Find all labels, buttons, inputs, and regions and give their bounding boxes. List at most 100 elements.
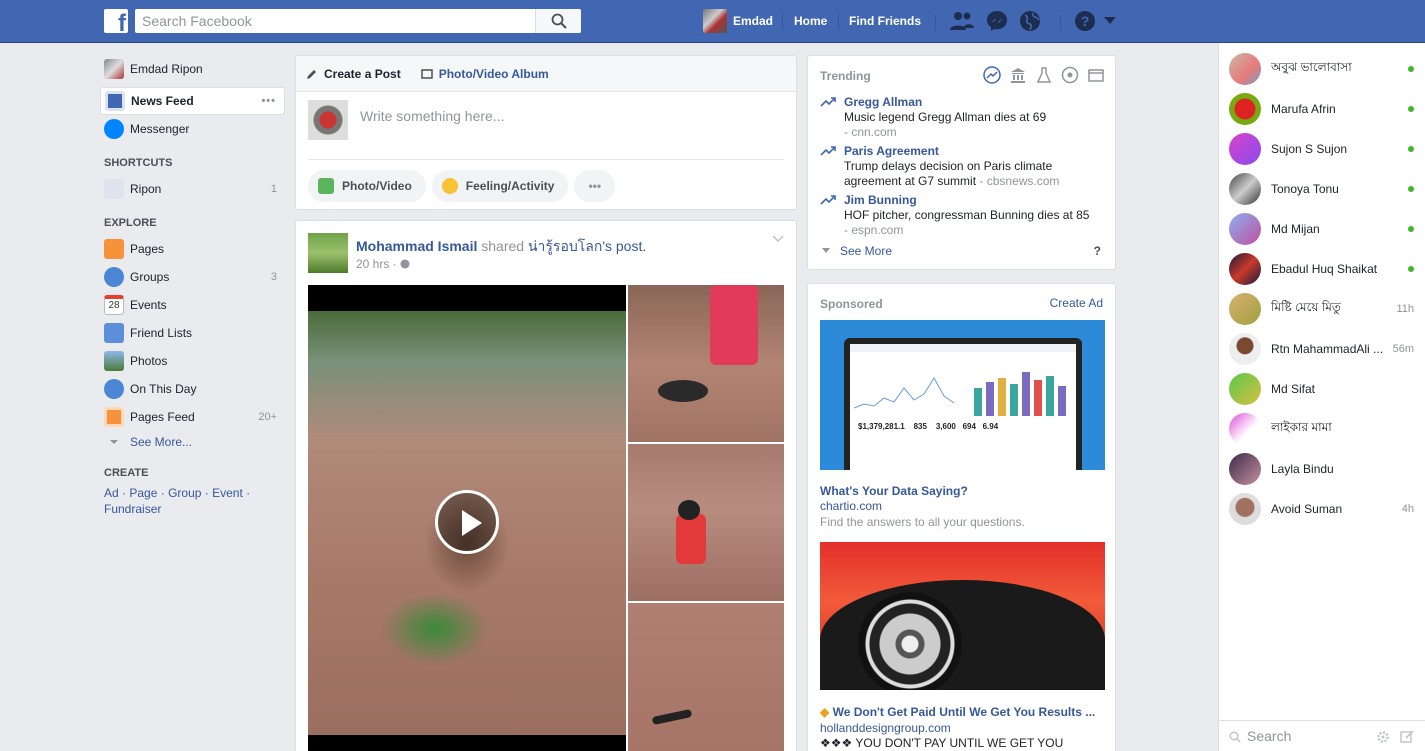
messenger-icon[interactable]	[986, 10, 1008, 32]
sidebar-item-pages[interactable]: Pages	[100, 235, 285, 263]
post-photo[interactable]	[628, 285, 784, 442]
chat-contact[interactable]: Ebadul Huq Shaikat	[1219, 249, 1425, 289]
trending-top-icon[interactable]	[983, 66, 1001, 84]
sidebar-item-ripon[interactable]: Ripon 1	[100, 175, 285, 203]
trending-see-more-link[interactable]: See More	[820, 244, 892, 258]
chat-contact[interactable]: মিষ্টি মেয়ে মিতু 11h	[1219, 289, 1425, 329]
friend-requests-icon[interactable]	[950, 10, 974, 32]
facebook-logo[interactable]: f	[104, 9, 128, 36]
avatar	[1229, 293, 1261, 325]
play-icon[interactable]	[435, 490, 499, 554]
tab-create-post[interactable]: Create a Post	[306, 67, 401, 81]
avatar	[1229, 53, 1261, 85]
chat-contact[interactable]: অবুঝ ভালোবাসা	[1219, 49, 1425, 89]
page-link[interactable]: น่ารู้รอบโลก	[528, 238, 602, 254]
dashboard-stat: 6.94	[982, 422, 999, 431]
ad-title[interactable]: ◆ We Don't Get Paid Until We Get You Res…	[820, 705, 1105, 719]
trending-item[interactable]: Paris Agreement Trump delays decision on…	[820, 144, 1105, 190]
more-options-button[interactable]: •••	[574, 170, 616, 202]
chat-search-input[interactable]	[1247, 728, 1367, 744]
profile-link[interactable]: Emdad	[733, 14, 773, 28]
post-timestamp[interactable]: 20 hrs ·	[356, 257, 410, 271]
ad-title[interactable]: What's Your Data Saying?	[820, 484, 968, 498]
composer-body	[308, 92, 784, 160]
chat-contact[interactable]: লাইকার মামা	[1219, 409, 1425, 449]
help-icon[interactable]: ?	[1094, 244, 1101, 258]
sidebar-item-news-feed[interactable]: News Feed •••	[100, 87, 285, 115]
search-icon	[551, 13, 567, 29]
create-event-link[interactable]: Event	[212, 486, 243, 500]
profile-avatar[interactable]	[703, 9, 727, 33]
tab-photo-album[interactable]: Photo/Video Album	[420, 67, 549, 81]
create-ad-link[interactable]: Create Ad	[1050, 296, 1103, 310]
help-icon[interactable]: ?	[1074, 10, 1096, 32]
avatar	[1229, 93, 1261, 125]
search-input[interactable]	[135, 9, 535, 33]
ad-description: ❖❖❖ YOU DON'T PAY UNTIL WE GET YOU	[820, 736, 1064, 750]
create-ad-link[interactable]: Ad	[104, 486, 119, 500]
post-photo[interactable]	[628, 444, 784, 601]
chat-contact[interactable]: Layla Bindu	[1219, 449, 1425, 489]
sidebar-item-messenger[interactable]: Messenger	[100, 115, 285, 143]
post-photo[interactable]	[628, 603, 784, 751]
find-friends-link[interactable]: Find Friends	[849, 14, 921, 28]
video-player[interactable]	[308, 285, 626, 751]
chat-contact[interactable]: Md Mijan	[1219, 209, 1425, 249]
politics-icon[interactable]	[1009, 66, 1027, 84]
avatar[interactable]	[308, 233, 348, 273]
photos-icon	[104, 351, 124, 371]
friend-lists-icon	[104, 323, 124, 343]
sidebar-item-friend-lists[interactable]: Friend Lists	[100, 319, 285, 347]
sidebar-item-groups[interactable]: Groups 3	[100, 263, 285, 291]
chat-contact[interactable]: Md Sifat	[1219, 369, 1425, 409]
ad-image[interactable]	[820, 542, 1105, 690]
composer-actions: Photo/Video Feeling/Activity •••	[296, 160, 796, 212]
nav-divider	[935, 14, 936, 30]
chat-contact[interactable]: Marufa Afrin	[1219, 89, 1425, 129]
photo-video-button[interactable]: Photo/Video	[308, 170, 426, 202]
ad-domain[interactable]: chartio.com	[820, 499, 882, 513]
dashboard-charts	[854, 372, 1066, 416]
see-more-link[interactable]: See More...	[100, 431, 285, 453]
smiley-icon	[441, 178, 458, 194]
science-icon[interactable]	[1035, 66, 1053, 84]
trending-item[interactable]: Jim Bunning HOF pitcher, congressman Bun…	[820, 193, 1105, 239]
ad-domain[interactable]: hollanddesigngroup.com	[820, 721, 951, 735]
chat-contact[interactable]: Tonoya Tonu	[1219, 169, 1425, 209]
author-link[interactable]: Mohammad Ismail	[356, 238, 477, 254]
feeling-activity-button[interactable]: Feeling/Activity	[431, 170, 569, 202]
search-icon	[1229, 731, 1241, 743]
avatar	[1229, 493, 1261, 525]
chat-contact[interactable]: Rtn MahammadAli ... 56m	[1219, 329, 1425, 369]
sports-icon[interactable]	[1061, 66, 1079, 84]
chat-contact[interactable]: Sujon S Sujon	[1219, 129, 1425, 169]
entertainment-icon[interactable]	[1087, 66, 1105, 84]
sidebar-item-on-this-day[interactable]: On This Day	[100, 375, 285, 403]
create-fundraiser-link[interactable]: Fundraiser	[104, 502, 161, 516]
trending-category-tabs	[975, 66, 1105, 84]
sidebar-item-pages-feed[interactable]: Pages Feed 20+	[100, 403, 285, 431]
photo-icon	[318, 178, 334, 194]
shortcuts-heading: SHORTCUTS	[104, 157, 173, 169]
create-page-link[interactable]: Page	[129, 486, 157, 500]
sidebar-item-photos[interactable]: Photos	[100, 347, 285, 375]
new-message-icon[interactable]	[1400, 730, 1414, 744]
news-feed-icon	[105, 91, 125, 111]
create-group-link[interactable]: Group	[168, 486, 201, 500]
post-options-chevron-icon[interactable]	[772, 235, 784, 243]
ad-image[interactable]: $1,379,281.1 835 3,600 694 6.94	[820, 320, 1105, 470]
car-wheel	[858, 592, 962, 690]
home-link[interactable]: Home	[794, 14, 827, 28]
chat-contact[interactable]: Avoid Suman 4h	[1219, 489, 1425, 529]
gear-icon[interactable]	[1376, 730, 1390, 744]
post-text-input[interactable]	[360, 108, 780, 124]
sidebar-item-events[interactable]: 28 Events	[100, 291, 285, 319]
account-menu-chevron-icon[interactable]	[1104, 17, 1116, 25]
more-options-icon[interactable]: •••	[261, 95, 276, 107]
search-button[interactable]	[535, 9, 581, 33]
notifications-globe-icon[interactable]	[1019, 10, 1041, 32]
trending-item[interactable]: Gregg Allman Music legend Gregg Allman d…	[820, 95, 1105, 141]
trending-arrow-icon	[820, 195, 836, 205]
chevron-down-icon	[822, 248, 830, 253]
profile-link[interactable]: Emdad Ripon	[100, 55, 285, 83]
